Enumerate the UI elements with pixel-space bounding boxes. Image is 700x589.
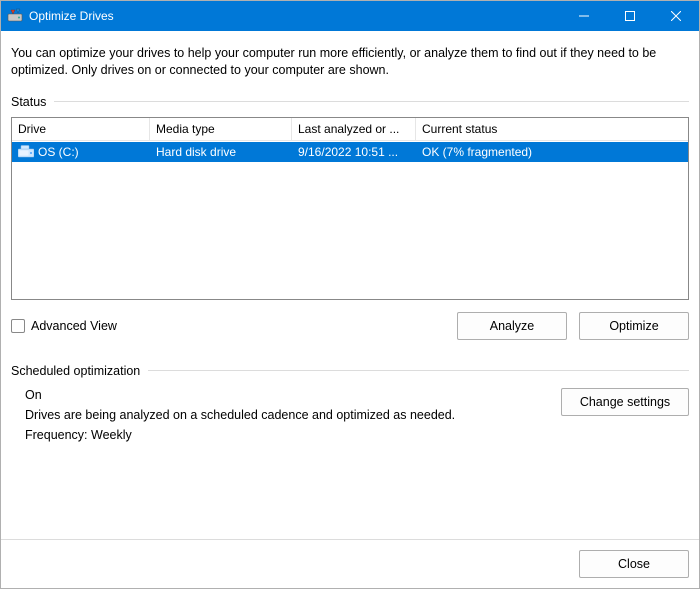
cell-media: Hard disk drive xyxy=(150,143,292,161)
cell-status: OK (7% fragmented) xyxy=(416,143,688,161)
schedule-desc: Drives are being analyzed on a scheduled… xyxy=(25,408,561,422)
change-settings-button[interactable]: Change settings xyxy=(561,388,689,416)
optimize-drives-window: Optimize Drives You can optimize your dr… xyxy=(0,0,700,589)
drives-list-header: Drive Media type Last analyzed or ... Cu… xyxy=(12,118,688,142)
drives-list[interactable]: Drive Media type Last analyzed or ... Cu… xyxy=(11,117,689,300)
schedule-section: Scheduled optimization On Drives are bei… xyxy=(1,340,699,442)
titlebar: Optimize Drives xyxy=(1,1,699,31)
schedule-frequency: Frequency: Weekly xyxy=(25,428,561,442)
col-media[interactable]: Media type xyxy=(150,118,292,141)
content-area: You can optimize your drives to help you… xyxy=(1,31,699,588)
checkbox-box-icon xyxy=(11,319,25,333)
section-rule xyxy=(54,101,689,102)
cell-last: 9/16/2022 10:51 ... xyxy=(292,143,416,161)
status-label: Status xyxy=(11,95,54,109)
window-title: Optimize Drives xyxy=(29,9,114,23)
table-row[interactable]: OS (C:) Hard disk drive 9/16/2022 10:51 … xyxy=(12,142,688,162)
close-button[interactable]: Close xyxy=(579,550,689,578)
advanced-view-label: Advanced View xyxy=(31,319,117,333)
schedule-text: On Drives are being analyzed on a schedu… xyxy=(25,388,561,442)
col-drive[interactable]: Drive xyxy=(12,118,150,141)
schedule-section-header: Scheduled optimization xyxy=(11,364,689,388)
analyze-button[interactable]: Analyze xyxy=(457,312,567,340)
cell-drive-text: OS (C:) xyxy=(38,145,79,159)
app-icon xyxy=(7,8,23,24)
col-status[interactable]: Current status xyxy=(416,118,688,141)
cell-drive: OS (C:) xyxy=(12,143,150,161)
maximize-button[interactable] xyxy=(607,1,653,31)
status-actions: Advanced View Analyze Optimize xyxy=(1,300,699,340)
schedule-state: On xyxy=(25,388,561,402)
close-window-button[interactable] xyxy=(653,1,699,31)
section-rule xyxy=(148,370,689,371)
advanced-view-checkbox[interactable]: Advanced View xyxy=(11,319,117,333)
status-section: Status Drive Media type Last analyzed or… xyxy=(1,91,699,300)
status-section-header: Status xyxy=(11,91,689,117)
intro-text: You can optimize your drives to help you… xyxy=(1,31,699,91)
drives-list-body: OS (C:) Hard disk drive 9/16/2022 10:51 … xyxy=(12,142,688,299)
footer: Close xyxy=(1,539,699,588)
schedule-label: Scheduled optimization xyxy=(11,364,148,378)
optimize-button[interactable]: Optimize xyxy=(579,312,689,340)
drive-icon xyxy=(18,145,34,159)
col-last[interactable]: Last analyzed or ... xyxy=(292,118,416,141)
minimize-button[interactable] xyxy=(561,1,607,31)
schedule-body: On Drives are being analyzed on a schedu… xyxy=(11,388,689,442)
